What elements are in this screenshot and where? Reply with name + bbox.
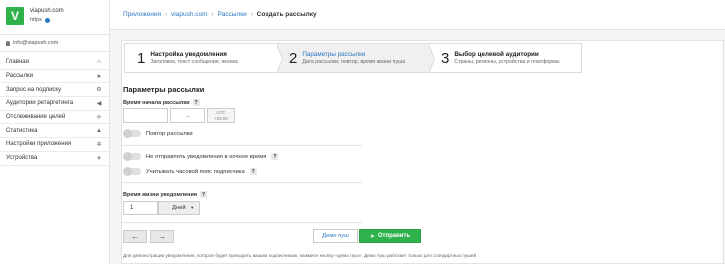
no-night-label: Не отправлять уведомления в ночное время — [146, 153, 267, 160]
no-night-toggle[interactable] — [123, 152, 141, 161]
step-number: 3 — [441, 49, 450, 67]
sidebar-divider — [0, 51, 109, 52]
repeat-toggle[interactable] — [123, 129, 141, 138]
step-title: Параметры рассылки — [302, 51, 366, 58]
user-icon — [6, 40, 10, 46]
timezone-toggle-row: Учитывать часовой пояс подписчика ? — [123, 167, 257, 176]
help-icon[interactable]: ? — [249, 168, 257, 175]
create-mailing-panel: 1 Настройка уведомления Заголовок, текст … — [121, 40, 724, 264]
timezone-label: Учитывать часовой пояс подписчика — [146, 168, 245, 175]
home-icon: ⌂ — [97, 59, 101, 66]
demo-push-note: Для демонстрации уведомления, которое бу… — [123, 253, 477, 258]
start-time-label: Время начала рассылки ? — [123, 99, 200, 106]
step-subtitle: Страны, регионы, устройства и платформы — [454, 59, 560, 65]
chart-icon: ▲ — [96, 127, 102, 134]
step-title: Выбор целевой аудитории — [454, 51, 539, 58]
sidebar-item-mailings[interactable]: Рассылки ➤ — [0, 70, 109, 84]
breadcrumb-site[interactable]: viapush.com — [171, 11, 208, 18]
app-logo: V — [6, 7, 24, 25]
caret-down-icon: ▼ — [190, 205, 195, 210]
page-title: Создать рассылку — [256, 11, 317, 18]
crosshair-icon: ✛ — [96, 114, 102, 121]
timezone-badge: UTC +03:00 — [207, 108, 235, 123]
repeat-label: Повтор рассылки — [146, 130, 193, 137]
step-number: 2 — [289, 49, 298, 67]
gear-icon: ✲ — [96, 141, 102, 148]
step-arrow — [276, 44, 283, 74]
sidebar-item-settings[interactable]: Настройки приложения ✲ — [0, 138, 109, 152]
chevron-right-icon: › — [250, 11, 253, 18]
main-area: Приложения › viapush.com › Рассылки › Со… — [110, 0, 725, 264]
help-icon[interactable]: ? — [200, 191, 208, 198]
form-title: Параметры рассылки — [123, 85, 205, 94]
globe-icon — [44, 18, 50, 23]
sidebar-item-home[interactable]: Главная ⌂ — [0, 56, 109, 70]
breadcrumb: Приложения › viapush.com › Рассылки › Со… — [110, 0, 725, 30]
send-button[interactable]: ➤ Отправить — [359, 229, 421, 243]
user-row[interactable]: info@viapush.com — [0, 35, 109, 51]
demo-push-button[interactable]: Демо пуш — [313, 229, 358, 243]
step-subtitle: Заголовок, текст сообщения, иконка — [150, 59, 238, 65]
prev-step-button[interactable]: ← — [123, 230, 147, 243]
rocket-icon: ✈ — [96, 155, 102, 162]
paper-plane-icon: ➤ — [369, 233, 375, 240]
form-divider — [123, 182, 362, 183]
wizard-steps: 1 Настройка уведомления Заголовок, текст … — [124, 43, 582, 74]
step-subtitle: Дата рассылки, повтор, время жизни пуша — [302, 59, 406, 65]
step-title: Настройка уведомления — [150, 51, 227, 58]
lifetime-value-input[interactable]: 1 — [123, 201, 158, 215]
form-divider — [123, 222, 362, 223]
bullhorn-icon: ◀ — [96, 100, 102, 107]
sidebar-item-goals[interactable]: Отслеживание целей ✛ — [0, 111, 109, 125]
sidebar-item-retargeting[interactable]: Аудитории ретаргетинга ◀ — [0, 97, 109, 111]
form-divider — [123, 145, 362, 146]
chevron-right-icon: › — [211, 11, 214, 18]
user-email: info@viapush.com — [13, 40, 59, 46]
time-separator — [186, 116, 190, 117]
no-night-toggle-row: Не отправлять уведомления в ночное время… — [123, 152, 279, 161]
step-arrow — [428, 44, 435, 74]
sidebar-menu: Главная ⌂ Рассылки ➤ Запрос на подписку ⚙ А… — [0, 56, 109, 166]
breadcrumb-mailings[interactable]: Рассылки — [218, 11, 247, 18]
site-name[interactable]: viapush.com — [30, 7, 64, 16]
repeat-toggle-row: Повтор рассылки — [123, 129, 193, 138]
help-icon[interactable]: ? — [271, 153, 279, 160]
protocol-row: https — [30, 16, 64, 25]
sidebar: V viapush.com https info@viapush.com Гла… — [0, 0, 110, 264]
breadcrumb-apps[interactable]: Приложения — [123, 11, 161, 18]
bicycle-icon: ⚙ — [96, 87, 102, 94]
chevron-right-icon: › — [165, 11, 168, 18]
start-time-input[interactable] — [170, 108, 205, 123]
sidebar-item-subscribe-request[interactable]: Запрос на подписку ⚙ — [0, 83, 109, 98]
step-target-audience[interactable]: 3 Выбор целевой аудитории Страны, регионы… — [429, 44, 581, 72]
sidebar-item-stats[interactable]: Статистика ▲ — [0, 124, 109, 139]
step-notification-setup[interactable]: 1 Настройка уведомления Заголовок, текст … — [125, 44, 283, 74]
paper-plane-icon: ➤ — [96, 73, 102, 80]
help-icon[interactable]: ? — [192, 99, 200, 106]
brand-block: V viapush.com https — [0, 0, 109, 34]
next-step-button[interactable]: → — [150, 230, 174, 243]
send-button-label: Отправить — [377, 233, 411, 239]
step-number: 1 — [137, 49, 146, 67]
lifetime-unit-select[interactable]: Дней ▼ — [158, 201, 200, 215]
step-mailing-params[interactable]: 2 Параметры рассылки Дата рассылки, повто… — [277, 44, 435, 74]
timezone-toggle[interactable] — [123, 167, 141, 176]
start-date-input[interactable] — [123, 108, 168, 123]
protocol-label: https — [30, 17, 42, 23]
lifetime-label: Время жизни уведомления ? — [123, 191, 208, 198]
sidebar-item-devices[interactable]: Устройства ✈ — [0, 152, 109, 166]
